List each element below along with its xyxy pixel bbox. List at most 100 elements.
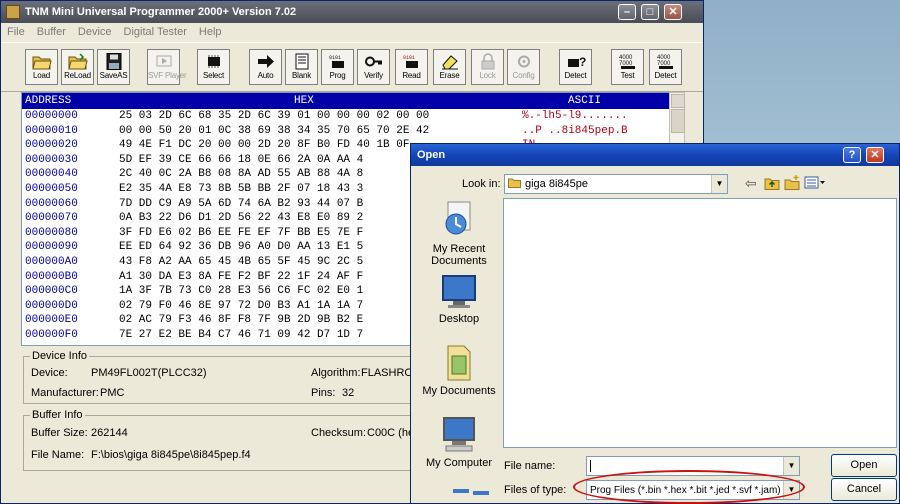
hex-row-address: 00000080 xyxy=(25,226,78,239)
svf-player-icon xyxy=(156,55,171,67)
network-places-icon[interactable] xyxy=(451,486,491,498)
folder-reload-icon xyxy=(67,53,88,70)
saveas-button[interactable]: SaveAS xyxy=(97,49,130,85)
menu-file[interactable]: File xyxy=(1,23,31,38)
test-4000-button[interactable]: 4000 7000 Test xyxy=(611,49,644,85)
hex-row-bytes: E2 35 4A E8 73 8B 5B BB 2F 07 18 43 3 xyxy=(119,183,364,195)
hex-row-bytes: 3F FD E6 02 B6 EE FE EF 7F BB E5 7E F xyxy=(119,226,364,239)
dialog-close-button[interactable]: ✕ xyxy=(866,147,884,163)
hex-row-bytes: 00 00 50 20 01 0C 38 69 38 34 35 70 65 7… xyxy=(119,124,430,137)
close-button[interactable]: ✕ xyxy=(664,4,682,20)
hex-row-bytes: 5D EF 39 CE 66 66 18 0E 66 2A 0A AA 4 xyxy=(119,153,364,166)
svf-player-button[interactable]: SVF Player xyxy=(147,49,187,85)
places-desktop[interactable]: Desktop xyxy=(419,274,499,325)
recent-documents-icon xyxy=(445,201,471,235)
places-my-documents[interactable]: My Documents xyxy=(419,342,499,397)
hex-column-header: HEX xyxy=(294,95,314,107)
hex-row-bytes: 7E 27 E2 BE B4 C7 46 71 09 42 D7 1D 7 xyxy=(119,329,364,341)
hex-row-bytes: A1 30 DA E3 8A FE F2 BF 22 1F 24 AF F xyxy=(119,270,364,283)
erase-button[interactable]: Erase xyxy=(433,49,466,85)
hex-row-bytes: 43 F8 A2 AA 65 45 4B 65 5F 45 9C 2C 5 xyxy=(119,256,364,268)
detect-4000-button[interactable]: 4000 7000 Detect xyxy=(649,49,682,85)
maximize-button[interactable]: □ xyxy=(641,4,659,20)
chevron-down-icon[interactable]: ▼ xyxy=(711,175,727,193)
device-info-title: Device Info xyxy=(30,350,90,362)
hex-row-ascii: %.-lh5-l9....... xyxy=(522,110,628,122)
svg-text:0101: 0101 xyxy=(329,55,341,61)
hex-header: ADDRESS HEX ASCII xyxy=(22,93,670,109)
main-titlebar[interactable]: TNM Mini Universal Programmer 2000+ Vers… xyxy=(1,1,703,23)
back-icon[interactable]: ⇦ xyxy=(745,175,757,192)
verify-button[interactable]: Verify xyxy=(357,49,390,85)
up-folder-icon[interactable] xyxy=(764,176,780,190)
scroll-thumb[interactable] xyxy=(671,109,685,133)
app-icon xyxy=(6,5,20,19)
blank-button[interactable]: Blank xyxy=(285,49,318,85)
auto-label: Auto xyxy=(257,71,274,80)
look-in-dropdown[interactable]: giga 8i845pe ▼ xyxy=(504,174,728,194)
open-dialog-titlebar[interactable]: Open ? ✕ xyxy=(411,144,899,166)
program-chip-icon: 0101 xyxy=(329,55,344,68)
detect-button[interactable]: ? Detect xyxy=(559,49,592,85)
scroll-up-arrow[interactable] xyxy=(671,94,685,108)
main-window-title: TNM Mini Universal Programmer 2000+ Vers… xyxy=(25,6,297,18)
detect-4000-icon: 40007000 xyxy=(657,55,673,69)
hex-row-bytes: 1A 3F 7B 73 C0 28 E3 56 C6 FC 02 E0 1 xyxy=(119,285,364,298)
read-button[interactable]: 0101 Read xyxy=(395,49,428,85)
cancel-button[interactable]: Cancel xyxy=(831,478,897,501)
view-menu-icon[interactable] xyxy=(804,176,826,189)
reload-button[interactable]: ReLoad xyxy=(61,49,94,85)
svg-text:0101: 0101 xyxy=(403,55,415,61)
open-button[interactable]: Open xyxy=(831,454,897,477)
hex-row-address: 00000030 xyxy=(25,153,78,166)
erase-label: Erase xyxy=(439,71,460,80)
hex-row-address: 00000070 xyxy=(25,212,78,225)
read-label: Read xyxy=(402,71,421,80)
manufacturer-value: PMC xyxy=(100,387,125,399)
menu-buffer[interactable]: Buffer xyxy=(31,23,72,38)
auto-button[interactable]: Auto xyxy=(249,49,282,85)
hex-row-address: 000000C0 xyxy=(25,285,78,298)
hex-row-address: 00000090 xyxy=(25,241,78,254)
places-my-recent-documents-label: My Recent Documents xyxy=(431,243,487,267)
file-name-label: File name: xyxy=(504,460,556,472)
help-button[interactable]: ? xyxy=(843,147,861,163)
hex-row-address: 00000020 xyxy=(25,139,78,152)
menu-digital-tester[interactable]: Digital Tester xyxy=(118,23,193,38)
verify-key-icon xyxy=(364,56,382,67)
hex-row-address: 00000060 xyxy=(25,197,78,210)
lock-label: Lock xyxy=(479,71,496,80)
toolbar: Load ReLoad SaveAS SVF Player Select Aut… xyxy=(1,42,703,92)
minimize-button[interactable]: – xyxy=(618,4,636,20)
places-desktop-label: Desktop xyxy=(438,313,480,325)
cancel-button-label: Cancel xyxy=(846,483,882,495)
menu-device[interactable]: Device xyxy=(72,23,118,38)
chip-select-icon xyxy=(207,55,220,68)
read-chip-icon: 0101 xyxy=(403,55,418,68)
file-name-value: F:\bios\giga 8i845pe\8i845pep.f4 xyxy=(91,449,251,461)
menu-help[interactable]: Help xyxy=(193,23,228,38)
select-button[interactable]: Select xyxy=(197,49,230,85)
desktop-icon xyxy=(442,275,476,308)
detect-label: Detect xyxy=(564,71,587,80)
my-computer-icon xyxy=(443,417,475,452)
places-my-recent-documents[interactable]: My Recent Documents xyxy=(419,200,499,267)
svf-player-label: SVF Player xyxy=(148,71,187,80)
file-name-dropdown-arrow[interactable]: ▼ xyxy=(783,457,799,475)
hex-row[interactable]: 00000010 00 00 50 20 01 0C 38 69 38 34 35… xyxy=(22,125,670,138)
lock-icon xyxy=(481,53,494,70)
prog-button[interactable]: 0101 Prog xyxy=(321,49,354,85)
pins-label: Pins: xyxy=(311,387,336,399)
manufacturer-label: Manufacturer: xyxy=(31,387,99,399)
hex-row[interactable]: 00000000 25 03 2D 6C 68 35 2D 6C 39 01 00… xyxy=(22,110,670,123)
open-button-label: Open xyxy=(850,459,878,471)
hex-row-bytes: 02 AC 79 F3 46 8F F8 7F 9B 2D 9B B2 E xyxy=(119,314,364,327)
load-button[interactable]: Load xyxy=(25,49,58,85)
lock-button[interactable]: Lock xyxy=(471,49,504,85)
places-my-computer[interactable]: My Computer xyxy=(419,416,499,469)
new-folder-icon[interactable] xyxy=(784,175,800,190)
hex-row-bytes: 7D DD C9 A9 5A 6D 74 6A B2 93 44 07 B xyxy=(119,197,364,210)
file-list[interactable] xyxy=(503,198,897,448)
config-button[interactable]: Config xyxy=(507,49,540,85)
hex-row-bytes: 02 79 F0 46 8E 97 72 D0 B3 A1 1A 1A 7 xyxy=(119,299,364,312)
